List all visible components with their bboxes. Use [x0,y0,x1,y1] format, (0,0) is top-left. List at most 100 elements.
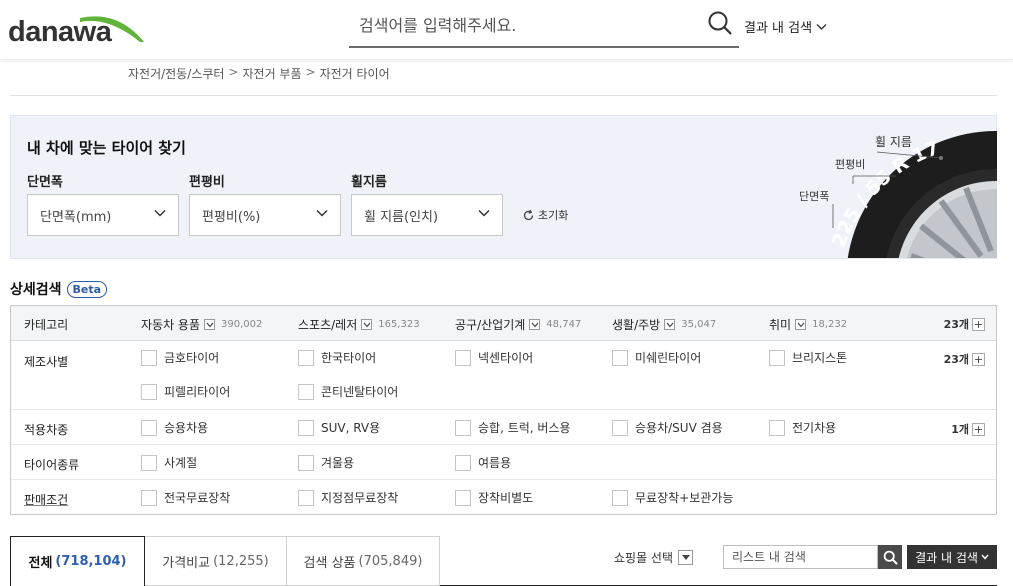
filter-count: 1개 [951,423,969,436]
category-item[interactable]: 생활/주방 35,047 [612,316,716,333]
filter-option[interactable]: SUV, RV용 [298,419,380,436]
checkbox[interactable] [455,349,471,366]
chevron-down-icon [154,209,166,217]
filter-option[interactable]: 사계절 [141,454,197,471]
filter-option-label: 무료장착+보관가능 [635,491,734,505]
breadcrumb-separator: > [305,65,316,79]
filter-option[interactable]: 한국타이어 [298,349,376,366]
chevron-down-icon[interactable] [529,319,541,330]
filter-option[interactable]: 여름용 [455,454,511,471]
list-search-input[interactable] [723,545,878,569]
filter-option[interactable]: 콘티넨탈타이어 [298,383,398,400]
filter-row-tire-type: 타이어종류 사계절 겨울용 여름용 [11,445,996,480]
tab-label: 검색 상품 [303,555,356,571]
filter-option[interactable]: 금호타이어 [141,349,219,366]
filter-row-label[interactable]: 판매조건 [24,491,68,508]
filter-option[interactable]: 겨울용 [298,454,354,471]
category-item[interactable]: 자동차 용품 390,002 [141,316,262,333]
checkbox[interactable] [141,349,157,366]
checkbox[interactable] [612,489,628,506]
chevron-down-icon[interactable] [204,319,216,330]
result-search-label: 결과 내 검색 [744,21,813,36]
filter-option[interactable]: 승합, 트럭, 버스용 [455,419,571,436]
global-search-input[interactable] [359,10,689,40]
width-select-value: 단면폭(mm) [40,209,112,225]
filter-option[interactable]: 넥센타이어 [455,349,533,366]
filter-option-label: 승용차/SUV 겸용 [635,421,723,435]
checkbox[interactable] [141,489,157,506]
chevron-down-icon [981,554,989,560]
breadcrumb-item[interactable]: 자전거 부품 [242,65,301,82]
filter-option[interactable]: 전기차용 [769,419,836,436]
danawa-logo[interactable]: danawa [8,8,144,48]
checkbox[interactable] [769,349,785,366]
filter-option[interactable]: 피렐리타이어 [141,383,230,400]
site-header: danawa 결과 내 검색 [0,0,1013,60]
tab-all[interactable]: 전체 (718,104) [10,536,145,586]
filter-option[interactable]: 브리지스톤 [769,349,847,366]
manufacturer-expand-button[interactable]: 23개 + [944,351,985,367]
checkbox[interactable] [141,419,157,436]
breadcrumb-separator: > [228,65,239,79]
category-count: 48,747 [546,319,582,330]
filter-option[interactable]: 무료장착+보관가능 [612,489,733,506]
breadcrumb-item[interactable]: 자전거/전동/스쿠터 [128,65,224,82]
checkbox[interactable] [769,419,785,436]
filter-option[interactable]: 지정점무료장착 [298,489,398,506]
checkbox[interactable] [612,349,628,366]
filter-option-label: 승용차용 [164,421,209,435]
filter-option[interactable]: 장착비별도 [455,489,533,506]
result-search-button[interactable]: 결과 내 검색 [907,545,997,569]
category-item[interactable]: 스포츠/레저 165,323 [298,316,420,333]
caret-down-icon [678,550,694,565]
width-select[interactable]: 단면폭(mm) [27,194,179,236]
filter-option-label: 금호타이어 [164,351,220,365]
category-item[interactable]: 취미 18,232 [769,316,847,333]
filter-row-label: 적용차종 [24,423,69,437]
filter-option-label: 콘티넨탈타이어 [321,385,399,399]
checkbox[interactable] [612,419,628,436]
chevron-down-icon[interactable] [795,319,807,330]
category-count: 165,323 [378,319,420,330]
checkbox[interactable] [141,454,157,471]
checkbox[interactable] [298,349,314,366]
list-search-button[interactable] [878,545,902,569]
checkbox[interactable] [298,419,314,436]
checkbox[interactable] [455,454,471,471]
category-expand-button[interactable]: 23개 + [944,316,985,332]
tab-label: 전체 [28,556,53,571]
category-item[interactable]: 공구/산업기계 48,747 [455,316,581,333]
breadcrumb-item[interactable]: 자전거 타이어 [320,65,390,82]
tab-search-products[interactable]: 검색 상품 (705,849) [287,536,440,586]
filter-row-sales-condition: 판매조건 전국무료장착 지정점무료장착 장착비별도 무료장착+보관가능 [11,480,996,514]
reset-button[interactable]: 초기화 [522,207,568,223]
checkbox[interactable] [455,419,471,436]
filter-option-label: 브리지스톤 [792,351,848,365]
aspect-ratio-select-value: 편평비(%) [202,209,261,225]
filter-option-label: 한국타이어 [321,351,377,365]
chevron-down-icon [316,209,328,217]
filter-option[interactable]: 미쉐린타이어 [612,349,701,366]
tab-price-compare[interactable]: 가격비교 (12,255) [145,536,287,586]
checkbox[interactable] [455,489,471,506]
search-icon[interactable] [707,10,733,36]
chevron-down-icon[interactable] [664,319,676,330]
checkbox[interactable] [298,489,314,506]
mall-select-dropdown[interactable]: 쇼핑몰 선택 [614,549,694,566]
tire-finder-panel: 내 차에 맞는 타이어 찾기 단면폭 편평비 휠지름 단면폭(mm) 편평비(%… [10,115,997,259]
filter-option[interactable]: 승용차용 [141,419,208,436]
chevron-down-icon[interactable] [361,319,373,330]
checkbox[interactable] [141,383,157,400]
wheel-diameter-select[interactable]: 휠 지름(인치) [351,194,503,236]
vehicle-type-expand-button[interactable]: 1개 + [951,421,985,437]
checkbox[interactable] [298,383,314,400]
checkbox[interactable] [298,454,314,471]
callout-aspect-ratio: 편평비 [835,158,865,171]
divider [10,95,997,96]
filter-option[interactable]: 승용차/SUV 겸용 [612,419,723,436]
filter-option[interactable]: 전국무료장착 [141,489,230,506]
chevron-down-icon [816,23,827,30]
filter-count: 23개 [943,353,969,366]
header-result-search-toggle[interactable]: 결과 내 검색 [744,17,827,36]
aspect-ratio-select[interactable]: 편평비(%) [189,194,341,236]
